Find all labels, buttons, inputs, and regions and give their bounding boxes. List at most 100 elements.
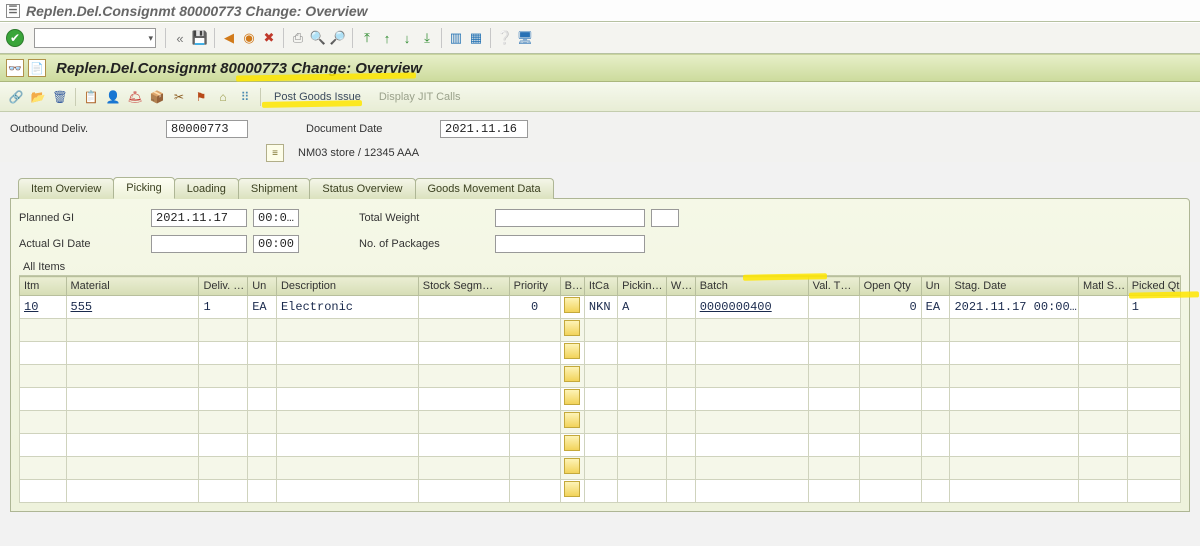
table-row[interactable] [20,411,1181,434]
layout-icon[interactable]: 🖥 [516,29,534,47]
cell[interactable] [1078,365,1127,388]
cell[interactable] [1127,342,1180,365]
col-deliv-qty[interactable]: Deliv. … [199,277,248,296]
cell[interactable] [808,296,859,319]
exit-icon[interactable]: ◉ [240,29,258,47]
col-val-t[interactable]: Val. T… [808,277,859,296]
cell[interactable] [560,296,584,319]
print-icon[interactable]: ⎙ [289,29,307,47]
cell[interactable] [276,342,418,365]
cell[interactable] [248,319,277,342]
cell[interactable] [584,388,617,411]
packing-icon[interactable]: 📦 [147,87,167,107]
cell[interactable] [859,342,921,365]
cell[interactable] [509,388,560,411]
batch-split-button[interactable] [564,320,580,336]
tab-picking[interactable]: Picking [113,177,174,199]
table-row[interactable] [20,342,1181,365]
cell[interactable] [950,411,1079,434]
cell[interactable] [859,365,921,388]
cell[interactable] [418,411,509,434]
cell[interactable] [560,411,584,434]
first-page-icon[interactable]: ⤒ [358,29,376,47]
cell[interactable] [66,457,199,480]
post-goods-issue-button[interactable]: Post Goods Issue [266,88,369,106]
cell[interactable]: 2021.11.17 00:00… [950,296,1079,319]
cell[interactable] [808,342,859,365]
cell[interactable] [859,319,921,342]
table-row[interactable] [20,365,1181,388]
new-session-icon[interactable]: ▥ [447,29,465,47]
tab-status-overview[interactable]: Status Overview [309,178,415,199]
help-icon[interactable]: ❔ [496,29,514,47]
cell[interactable] [560,342,584,365]
cell[interactable] [509,411,560,434]
cell[interactable] [276,411,418,434]
cell[interactable] [199,434,248,457]
cell[interactable] [695,480,808,503]
cell[interactable] [248,480,277,503]
cell[interactable] [584,457,617,480]
cell[interactable] [666,319,695,342]
table-row[interactable] [20,480,1181,503]
cell[interactable] [666,365,695,388]
cell[interactable] [248,411,277,434]
cell[interactable] [199,480,248,503]
cell[interactable] [560,434,584,457]
cell[interactable] [509,319,560,342]
actual-gi-date-input[interactable] [151,235,247,253]
cell[interactable] [418,342,509,365]
cell[interactable] [20,434,67,457]
user-icon[interactable]: 👤 [103,87,123,107]
last-page-icon[interactable]: ⤓ [418,29,436,47]
cell[interactable]: 1 [199,296,248,319]
batch-split-button[interactable] [564,389,580,405]
cell[interactable] [418,480,509,503]
cell[interactable] [1078,457,1127,480]
cell[interactable] [808,411,859,434]
cell[interactable] [509,457,560,480]
cell[interactable] [950,388,1079,411]
save-icon[interactable]: 💾 [191,29,209,47]
cell[interactable]: Electronic [276,296,418,319]
delete-icon[interactable]: 🗑 [50,87,70,107]
back-icon[interactable]: « [171,29,189,47]
cell[interactable] [859,457,921,480]
col-itca[interactable]: ItCa [584,277,617,296]
cell[interactable] [666,411,695,434]
cell[interactable] [666,296,695,319]
cell[interactable] [859,480,921,503]
cell[interactable] [560,365,584,388]
cell[interactable]: A [618,296,667,319]
cell[interactable] [20,411,67,434]
prev-page-icon[interactable]: ↑ [378,29,396,47]
cell[interactable] [199,342,248,365]
cell[interactable] [1078,296,1127,319]
col-priority[interactable]: Priority [509,277,560,296]
cell[interactable] [418,434,509,457]
cell[interactable] [695,342,808,365]
col-un1[interactable]: Un [248,277,277,296]
cell[interactable] [1127,365,1180,388]
incompletion-icon[interactable]: ⚑ [191,87,211,107]
cell[interactable] [808,319,859,342]
cell[interactable] [695,388,808,411]
cell[interactable] [859,434,921,457]
cell[interactable]: 0000000400 [695,296,808,319]
cell[interactable] [808,434,859,457]
cell[interactable] [1078,434,1127,457]
cell[interactable] [20,388,67,411]
cell[interactable] [921,365,950,388]
cell[interactable] [418,296,509,319]
cell[interactable] [666,388,695,411]
cell[interactable] [808,365,859,388]
cell[interactable] [584,365,617,388]
services-icon[interactable]: 🛎 [125,87,145,107]
other-delivery-icon[interactable]: 🔗 [6,87,26,107]
cell[interactable]: 0 [859,296,921,319]
cell[interactable] [666,480,695,503]
cell[interactable] [20,342,67,365]
cell[interactable] [276,457,418,480]
cell[interactable] [808,480,859,503]
table-row[interactable] [20,457,1181,480]
